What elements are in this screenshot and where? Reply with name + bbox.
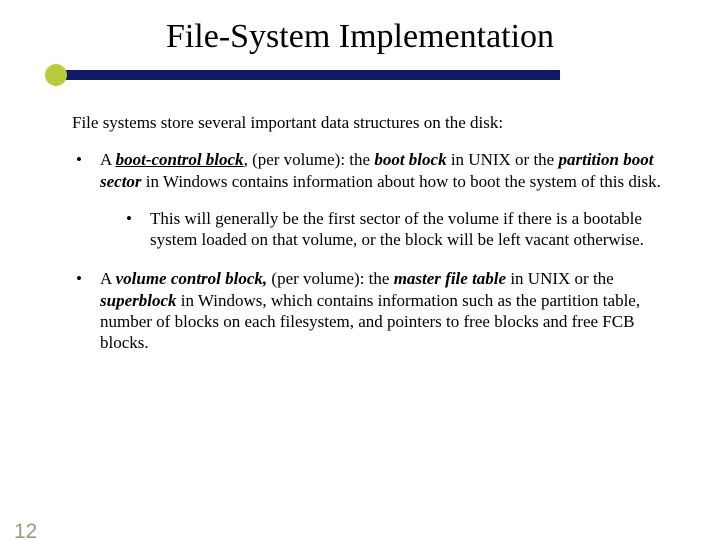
sub-bullet-item: This will generally be the first sector … [122, 208, 664, 251]
slide-title: File-System Implementation [0, 18, 720, 56]
bullet-item-boot-control: A boot-control block, (per volume): the … [72, 149, 664, 250]
text: , (per volume): the [244, 150, 375, 169]
intro-text: File systems store several important dat… [72, 112, 664, 133]
content-area: File systems store several important dat… [72, 112, 664, 353]
text: A [100, 269, 116, 288]
text: (per volume): the [267, 269, 394, 288]
bullet-list: A boot-control block, (per volume): the … [72, 149, 664, 353]
page-number: 12 [14, 520, 37, 540]
text: A [100, 150, 116, 169]
term-master-file-table: master file table [394, 269, 506, 288]
title-underline [50, 64, 560, 84]
text: in Windows contains information about ho… [142, 172, 661, 191]
term-volume-control-block: volume control block, [116, 269, 268, 288]
accent-dot-icon [45, 64, 67, 86]
term-boot-control-block: boot-control block [116, 150, 244, 169]
text: in UNIX or the [447, 150, 559, 169]
sub-bullet-list: This will generally be the first sector … [122, 208, 664, 251]
text: in UNIX or the [506, 269, 614, 288]
text: in Windows, which contains information s… [100, 291, 640, 353]
term-boot-block: boot block [374, 150, 446, 169]
slide: File-System Implementation File systems … [0, 18, 720, 540]
term-superblock: superblock [100, 291, 177, 310]
underline-bar [50, 70, 560, 80]
bullet-item-volume-control: A volume control block, (per volume): th… [72, 268, 664, 353]
